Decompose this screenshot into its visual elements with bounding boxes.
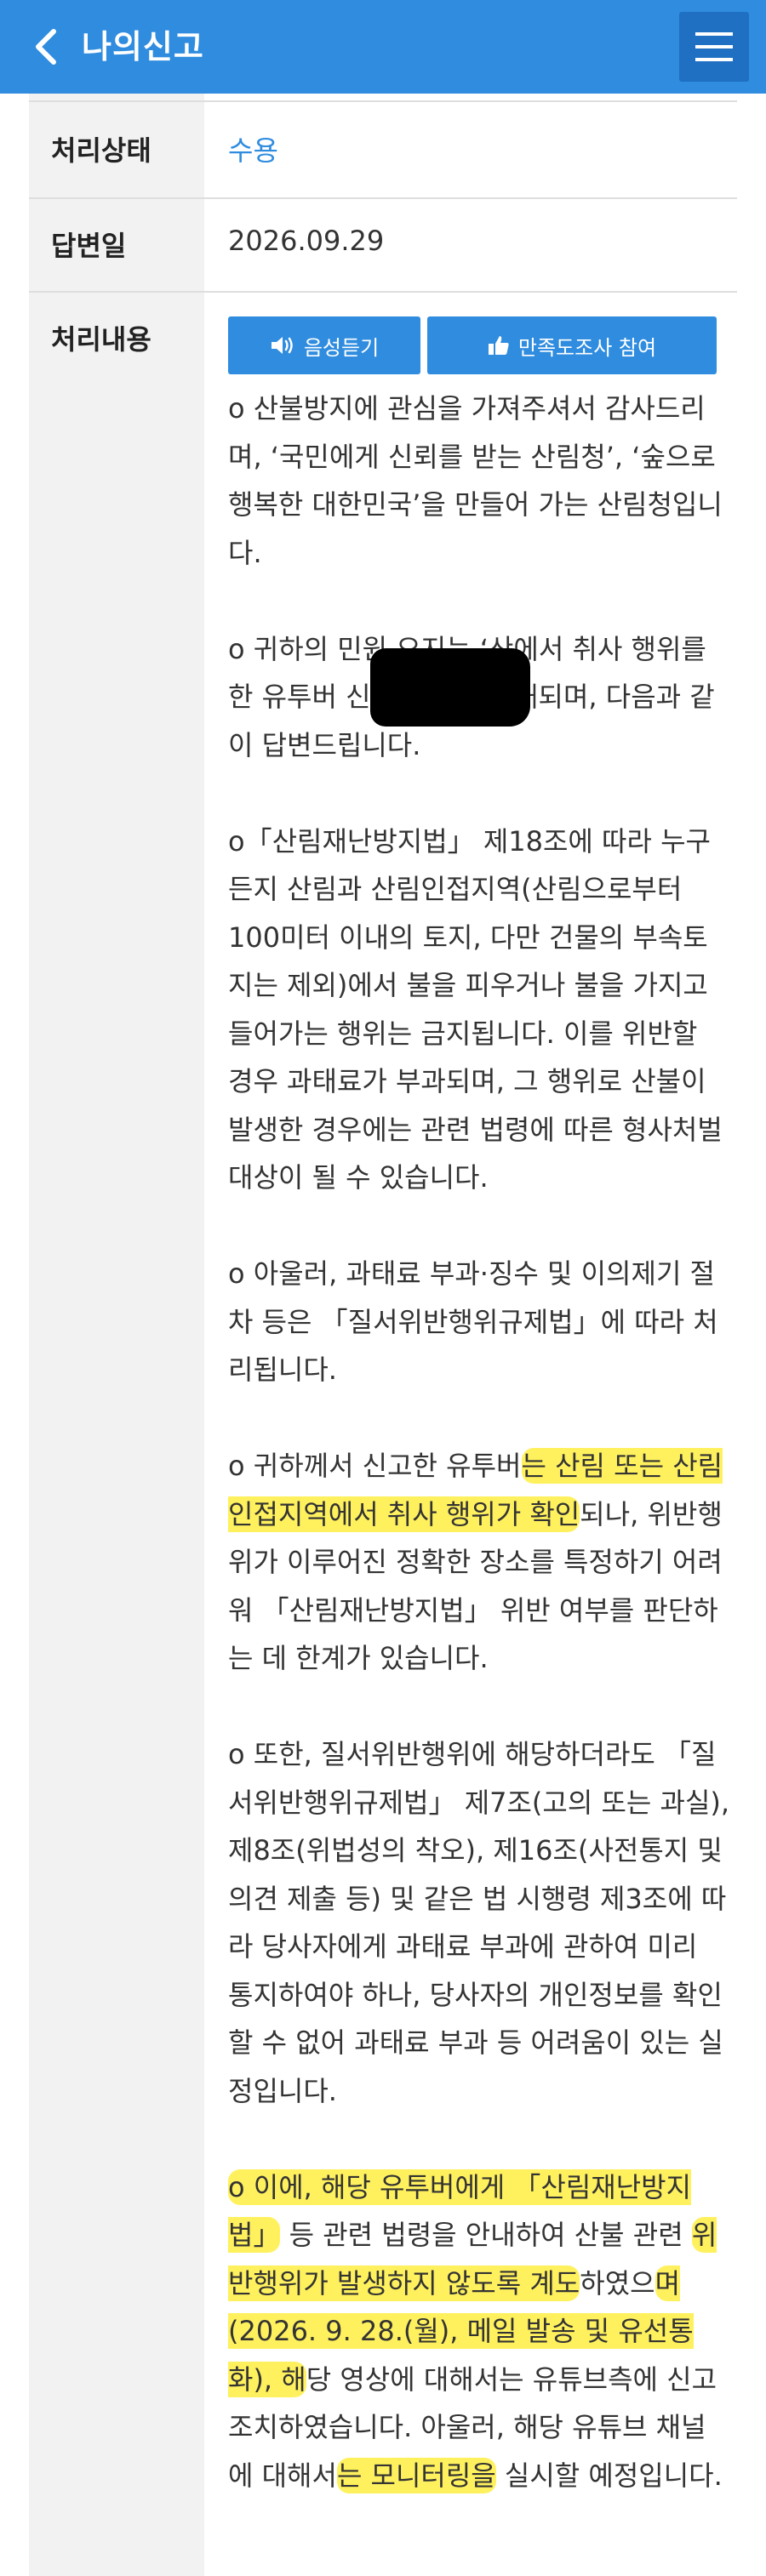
top-app-bar: 나의신고 xyxy=(0,0,766,94)
label-column xyxy=(29,94,204,2576)
row-divider xyxy=(29,291,737,293)
answer-paragraph: o 아울러, 과태료 부과·징수 및 이의제기 절차 등은 「질서위반행위규제법… xyxy=(228,1257,718,1386)
row-divider xyxy=(29,197,737,199)
speaker-icon xyxy=(271,337,293,354)
back-button[interactable] xyxy=(20,19,71,75)
answer-paragraph: o 이에, 해당 유투버에게 「산림재난방지법」 등 관련 법령을 안내하여 산… xyxy=(228,2163,730,2500)
answer-date-label: 답변일 xyxy=(51,230,127,262)
answer-date-value: 2026.09.29 xyxy=(228,225,385,257)
satisfaction-survey-button[interactable]: 만족도조사 참여 xyxy=(427,316,717,374)
status-value: 수용 xyxy=(228,134,278,167)
page-title: 나의신고 xyxy=(82,28,204,66)
listen-audio-label: 음성듣기 xyxy=(303,335,380,360)
highlighted-text: 는 모니터링을 xyxy=(336,2457,496,2493)
hamburger-menu-icon xyxy=(695,32,733,61)
answer-paragraph: o 산불방지에 관심을 가져주셔서 감사드리며, ‘국민에게 신뢰를 받는 산림… xyxy=(228,392,723,569)
answer-text: 하였으 xyxy=(580,2266,655,2300)
answer-paragraph: o 귀하께서 신고한 유투버는 산림 또는 산림인접지역에서 취사 행위가 확인… xyxy=(228,1442,730,1683)
status-label: 처리상태 xyxy=(51,134,151,167)
thumbs-up-icon xyxy=(488,336,509,355)
answer-paragraph: o「산림재난방지법」 제18조에 따라 누구든지 산림과 산림인접지역(산림으로… xyxy=(228,824,723,1194)
row-divider xyxy=(29,100,737,102)
redaction-mark xyxy=(370,648,530,727)
answer-text: 등 관련 법령을 안내하여 산불 관련 xyxy=(280,2219,692,2251)
satisfaction-survey-label: 만족도조사 참여 xyxy=(517,335,657,360)
answer-paragraph: o 또한, 질서위반행위에 해당하더라도 「질서위반행위규제법」 제7조(고의 … xyxy=(228,1738,730,2107)
answer-text: 실시할 예정입니다. xyxy=(495,2459,723,2492)
content-label: 처리내용 xyxy=(51,323,151,356)
listen-audio-button[interactable]: 음성듣기 xyxy=(228,316,420,374)
chevron-left-icon xyxy=(36,29,56,65)
answer-text: o 귀하께서 신고한 유투버 xyxy=(228,1450,522,1482)
menu-button[interactable] xyxy=(679,12,749,82)
